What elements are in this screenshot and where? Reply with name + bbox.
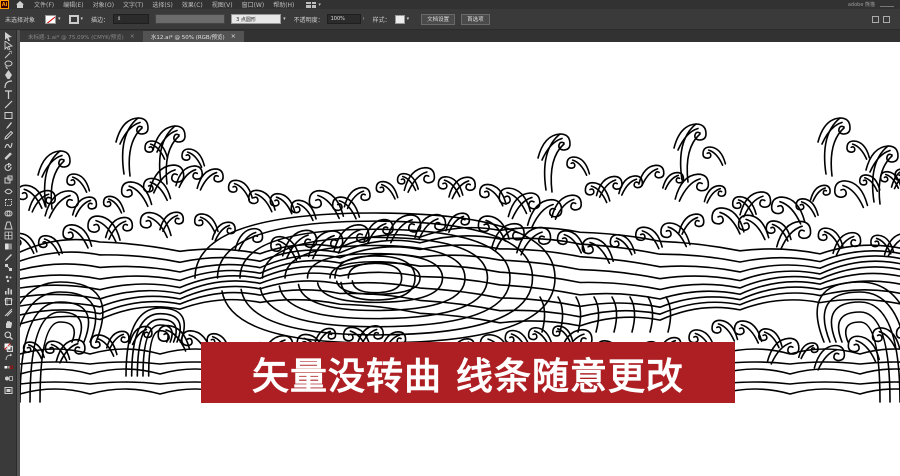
document-tab-bar: 未标题-1.ai* @ 75.09% (CMYK/预览) × 水12.ai* @… [20, 30, 900, 42]
eraser-icon[interactable] [4, 152, 13, 161]
home-icon[interactable] [15, 0, 25, 9]
lasso-icon[interactable] [4, 60, 13, 69]
direct-selection-tool-icon[interactable] [4, 41, 13, 50]
chevron-down-icon[interactable]: ▾ [283, 16, 286, 22]
wave-pattern-artwork[interactable] [20, 42, 900, 476]
chevron-down-icon[interactable]: ▾ [318, 2, 321, 8]
scale-tool-icon[interactable] [4, 175, 13, 184]
graph-icon[interactable] [4, 286, 13, 295]
artboard-tool-icon[interactable] [4, 297, 13, 306]
magic-wand-icon[interactable] [4, 50, 13, 59]
width-tool-icon[interactable] [4, 187, 13, 196]
banner-text: 矢量没转曲 线条随意更改 [252, 354, 684, 398]
tab-label: 未标题-1.ai* @ 75.09% (CMYK/预览) [28, 34, 124, 41]
pen-tool-icon[interactable] [4, 70, 13, 79]
illustrator-logo: Ai [0, 0, 9, 9]
stroke-label: 描边： [91, 16, 110, 24]
menu-bar: Ai 文件(F) 编辑(E) 对象(O) 文字(T) 选择(S) 效果(C) 视… [0, 0, 900, 9]
opacity-field[interactable]: 100% [326, 14, 361, 24]
fill-swatch[interactable] [45, 14, 57, 24]
menu-effect[interactable]: 效果(C) [182, 0, 203, 9]
opacity-value: 100% [330, 16, 345, 22]
shaper-icon[interactable] [4, 141, 13, 150]
canvas-area[interactable]: 矢量没转曲 线条随意更改 [20, 42, 900, 476]
opacity-label: 不透明度： [293, 16, 324, 24]
promo-banner: 矢量没转曲 线条随意更改 [201, 342, 735, 403]
brush-definition-field[interactable]: 3 点圆形 [231, 14, 282, 24]
menu-select[interactable]: 选择(S) [152, 0, 173, 9]
document-setup-button[interactable]: 文档设置 [421, 13, 456, 25]
brush-value: 3 点圆形 [236, 16, 256, 23]
tab-label: 水12.ai* @ 50% (RGB/预览) [150, 34, 225, 41]
menu-view[interactable]: 视图(V) [212, 0, 233, 9]
arrange-documents-icon[interactable] [872, 15, 879, 23]
eyedropper-icon[interactable] [4, 253, 13, 262]
rotate-tool-icon[interactable] [4, 163, 13, 172]
workspace-layout-icon[interactable] [306, 1, 317, 8]
menu-edit[interactable]: 编辑(E) [63, 0, 83, 9]
line-tool-icon[interactable] [4, 100, 13, 109]
menu-file[interactable]: 文件(F) [34, 0, 54, 9]
symbol-sprayer-icon[interactable] [4, 274, 13, 283]
color-mode-icon[interactable] [4, 363, 13, 372]
menu-help[interactable]: 帮助(H) [273, 0, 294, 9]
selection-status: 未选择对象 [5, 16, 36, 24]
menu-window[interactable]: 窗口(W) [242, 0, 265, 9]
hand-tool-icon[interactable] [4, 320, 13, 329]
screen-mode-icon[interactable] [4, 386, 13, 395]
chevron-down-icon[interactable]: ▾ [81, 16, 84, 22]
panel-menu-icon[interactable] [883, 15, 890, 23]
control-bar: 未选择对象 ▾ ▾ 描边： ⇕ 3 点圆形 ▾ 不透明度： 100% › 样式：… [0, 9, 900, 30]
rectangle-tool-icon[interactable] [4, 111, 13, 120]
close-icon[interactable]: × [130, 33, 135, 40]
swap-colors-icon[interactable] [4, 353, 13, 362]
stroke-swatch[interactable] [68, 14, 79, 24]
search-field[interactable] [880, 2, 894, 7]
curvature-icon[interactable] [4, 80, 13, 89]
chevron-right-icon[interactable]: › [363, 16, 365, 22]
perspective-icon[interactable] [4, 221, 13, 230]
type-tool-icon[interactable] [4, 90, 13, 99]
chevron-down-icon[interactable]: ▾ [407, 16, 410, 22]
fill-stroke-icon[interactable] [4, 343, 13, 352]
close-icon[interactable]: × [231, 33, 236, 40]
paintbrush-icon[interactable] [4, 121, 13, 130]
pencil-icon[interactable] [4, 131, 13, 140]
variable-width-profile[interactable] [155, 14, 226, 24]
user-name: adobe 熊猫 [847, 2, 875, 8]
draw-mode-icon[interactable] [4, 374, 13, 383]
mesh-icon[interactable] [4, 231, 13, 240]
style-label: 样式： [372, 16, 391, 24]
selection-tool-icon[interactable] [4, 32, 13, 41]
menu-object[interactable]: 对象(O) [93, 0, 114, 9]
menu-type[interactable]: 文字(T) [123, 0, 143, 9]
shape-builder-icon[interactable] [4, 209, 13, 218]
document-tab-active[interactable]: 水12.ai* @ 50% (RGB/预览) × [142, 31, 244, 42]
slice-icon[interactable] [4, 308, 13, 317]
preferences-button[interactable]: 首选项 [461, 13, 490, 25]
free-transform-icon[interactable] [4, 198, 13, 207]
blend-icon[interactable] [4, 263, 13, 272]
artboard[interactable]: 矢量没转曲 线条随意更改 [20, 42, 900, 476]
tools-panel [0, 30, 17, 476]
stroke-weight-field[interactable]: ⇕ [113, 14, 150, 24]
chevron-down-icon[interactable]: ▾ [58, 16, 61, 22]
document-tab[interactable]: 未标题-1.ai* @ 75.09% (CMYK/预览) × [20, 31, 143, 42]
graphic-style-swatch[interactable] [394, 14, 405, 24]
zoom-tool-icon[interactable] [4, 331, 13, 340]
gradient-icon[interactable] [4, 242, 13, 251]
